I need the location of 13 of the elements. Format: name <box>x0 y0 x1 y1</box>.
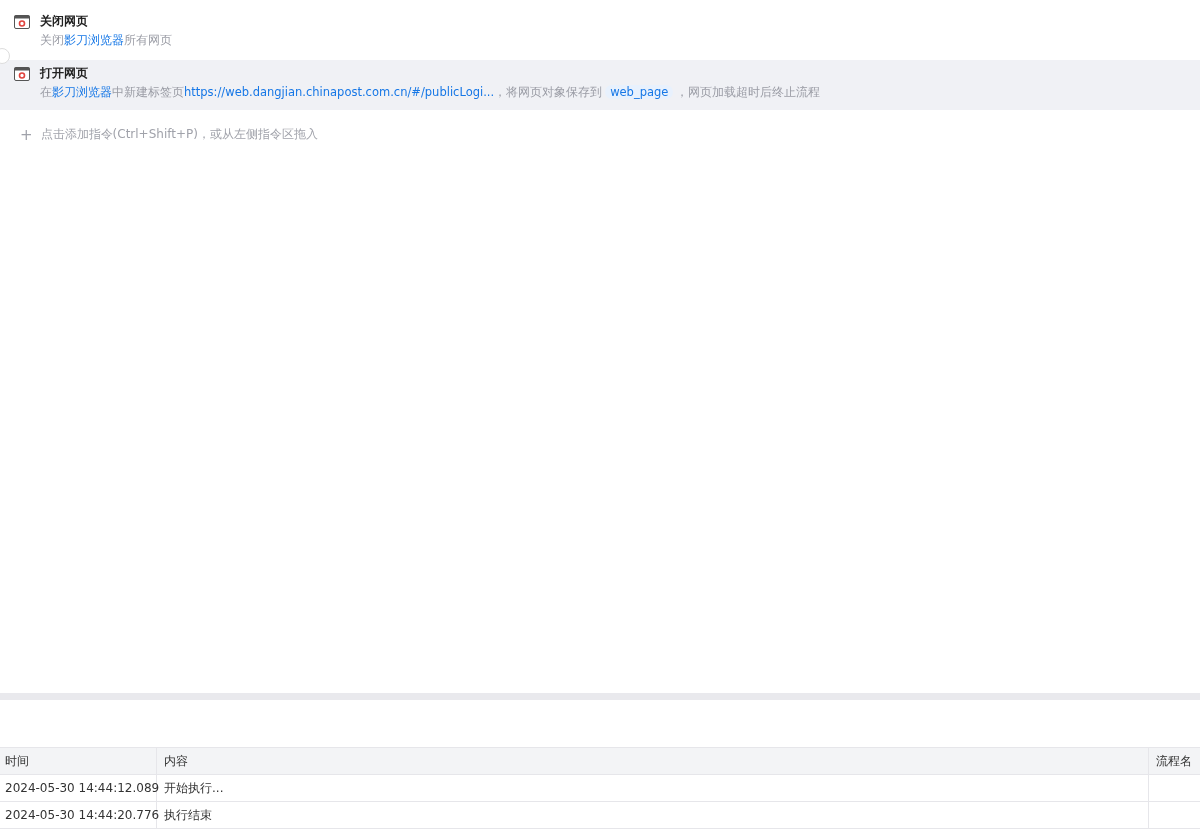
browser-window-icon <box>14 67 30 81</box>
column-header: 流程名 <box>1155 753 1193 770</box>
step-title: 关闭网页 <box>40 13 89 30</box>
step-row[interactable]: 打开网页 在影刀浏览器中新建标签页https://web.dangjian.chinapost.com.cn/#/publicLogi...，将网页对象保存到 web_page ，网页加载超时后终止流程 <box>0 60 1200 110</box>
browser-window-icon <box>14 15 30 29</box>
table-cell: 2024-05-30 14:44:12.089 <box>0 775 157 801</box>
step-row[interactable]: 关闭网页 关闭影刀浏览器所有网页 <box>0 8 1200 58</box>
step-title: 打开网页 <box>40 65 89 82</box>
column-header: 时间 <box>0 748 157 774</box>
column-header: 内容 <box>157 748 1149 774</box>
step-description: 关闭影刀浏览器所有网页 <box>40 32 172 49</box>
step-description: 在影刀浏览器中新建标签页https://web.dangjian.chinapost.com.cn/#/publicLogi...，将网页对象保存到 web_page ，网页加载超时后终止流程 <box>40 84 821 101</box>
table-cell: 2024-05-30 14:44:20.776 <box>0 802 157 828</box>
